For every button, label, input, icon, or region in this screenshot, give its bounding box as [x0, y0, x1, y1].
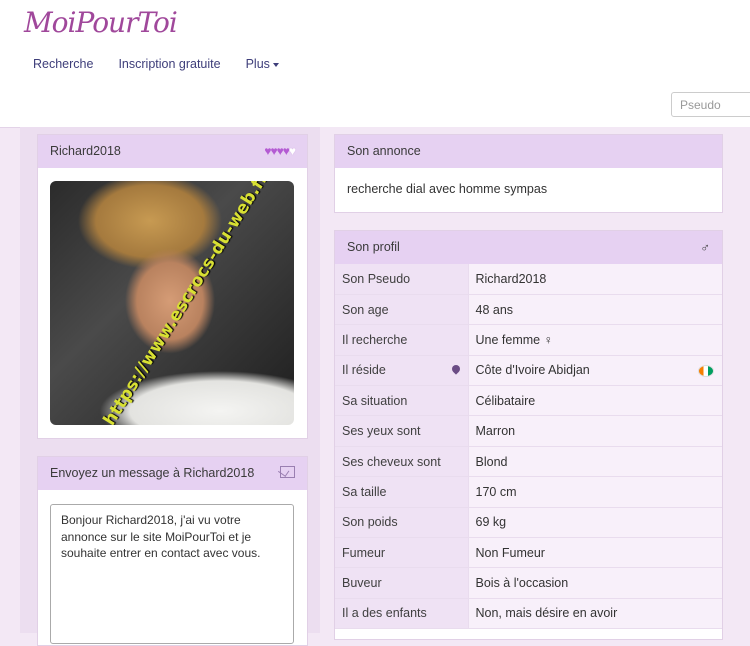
table-row: Ses yeux sont Marron: [335, 415, 722, 447]
rating-hearts-icon: ♥♥♥♥♥: [264, 144, 296, 158]
row-label: Sa situation: [335, 385, 468, 417]
row-value: Non, mais désire en avoir: [467, 598, 722, 630]
nav-plus-dropdown[interactable]: Plus: [246, 57, 279, 71]
male-gender-icon: ♂: [700, 240, 710, 255]
nav-plus-label: Plus: [245, 57, 270, 71]
row-label: Ses yeux sont: [335, 415, 468, 447]
message-textarea[interactable]: Bonjour Richard2018, j'ai vu votre annon…: [50, 504, 294, 644]
row-value: Bois à l'occasion: [467, 567, 722, 599]
table-row: Son poids 69 kg: [335, 507, 722, 539]
username-title: Richard2018: [50, 144, 121, 158]
profile-header: Son profil ♂: [335, 231, 722, 264]
row-value-text: Côte d'Ivoire Abidjan: [475, 363, 590, 378]
user-card-header: Richard2018 ♥♥♥♥♥: [38, 135, 307, 168]
row-value: Blond: [467, 446, 722, 478]
site-logo[interactable]: MoiPourToi: [24, 6, 178, 39]
pseudo-search-input[interactable]: [671, 92, 750, 117]
table-row: Il a des enfants Non, mais désire en avoi…: [335, 598, 722, 630]
annonce-header: Son annonce: [335, 135, 722, 168]
message-title: Envoyez un message à Richard2018: [50, 466, 255, 480]
row-label: Buveur: [335, 567, 468, 599]
row-label: Il recherche: [335, 324, 468, 356]
annonce-text: recherche dial avec homme sympas: [347, 182, 548, 196]
user-card: Richard2018 ♥♥♥♥♥ https://www.escrocs-du…: [37, 134, 308, 439]
row-label-text: Il réside: [342, 363, 386, 378]
row-label: Son poids: [335, 507, 468, 539]
profile-title: Son profil: [347, 240, 400, 254]
row-value: Célibataire: [467, 385, 722, 417]
table-row: Sa situation Célibataire: [335, 385, 722, 417]
watermark-text: https://www.escrocs-du-web.fr: [99, 181, 273, 425]
table-row: Son age 48 ans: [335, 294, 722, 326]
table-row: Il réside Côte d'Ivoire Abidjan: [335, 355, 722, 387]
row-value: Marron: [467, 415, 722, 447]
table-row: Il recherche Une femme ♀: [335, 324, 722, 356]
annonce-title: Son annonce: [347, 144, 421, 158]
table-row: Sa taille 170 cm: [335, 476, 722, 508]
profile-photo[interactable]: https://www.escrocs-du-web.fr: [50, 181, 294, 425]
annonce-card: Son annonce recherche dial avec homme sy…: [334, 134, 723, 213]
row-value: Une femme ♀: [467, 324, 722, 356]
row-value: Richard2018: [467, 264, 722, 295]
ivory-coast-flag-icon: [698, 364, 714, 377]
table-row: Ses cheveux sont Blond: [335, 446, 722, 478]
profile-card: Son profil ♂ Son Pseudo Richard2018 Son a…: [334, 230, 723, 640]
row-label: Son age: [335, 294, 468, 326]
row-label: Ses cheveux sont: [335, 446, 468, 478]
map-pin-icon: [449, 363, 462, 375]
row-value: Non Fumeur: [467, 537, 722, 569]
row-label-location: Il réside: [335, 355, 468, 387]
top-navbar: MoiPourToi Recherche Inscription gratuit…: [0, 0, 750, 128]
row-label: Sa taille: [335, 476, 468, 508]
message-card: Envoyez un message à Richard2018 Bonjour…: [37, 456, 308, 646]
row-value-location: Côte d'Ivoire Abidjan: [467, 355, 722, 387]
main-nav: Recherche Inscription gratuite Plus: [33, 57, 279, 71]
table-row: Buveur Bois à l'occasion: [335, 567, 722, 599]
row-value: 170 cm: [467, 476, 722, 508]
profile-table: Son Pseudo Richard2018 Son age 48 ans Il r…: [335, 264, 722, 630]
row-label: Son Pseudo: [335, 264, 468, 295]
envelope-icon: [280, 466, 295, 478]
table-row: Son Pseudo Richard2018: [335, 264, 722, 295]
table-row: Fumeur Non Fumeur: [335, 537, 722, 569]
nav-recherche[interactable]: Recherche: [33, 57, 93, 71]
row-value: 48 ans: [467, 294, 722, 326]
nav-inscription[interactable]: Inscription gratuite: [118, 57, 220, 71]
row-label: Fumeur: [335, 537, 468, 569]
row-value: 69 kg: [467, 507, 722, 539]
row-label: Il a des enfants: [335, 598, 468, 630]
message-card-header: Envoyez un message à Richard2018: [38, 457, 307, 490]
caret-down-icon: [272, 62, 279, 67]
